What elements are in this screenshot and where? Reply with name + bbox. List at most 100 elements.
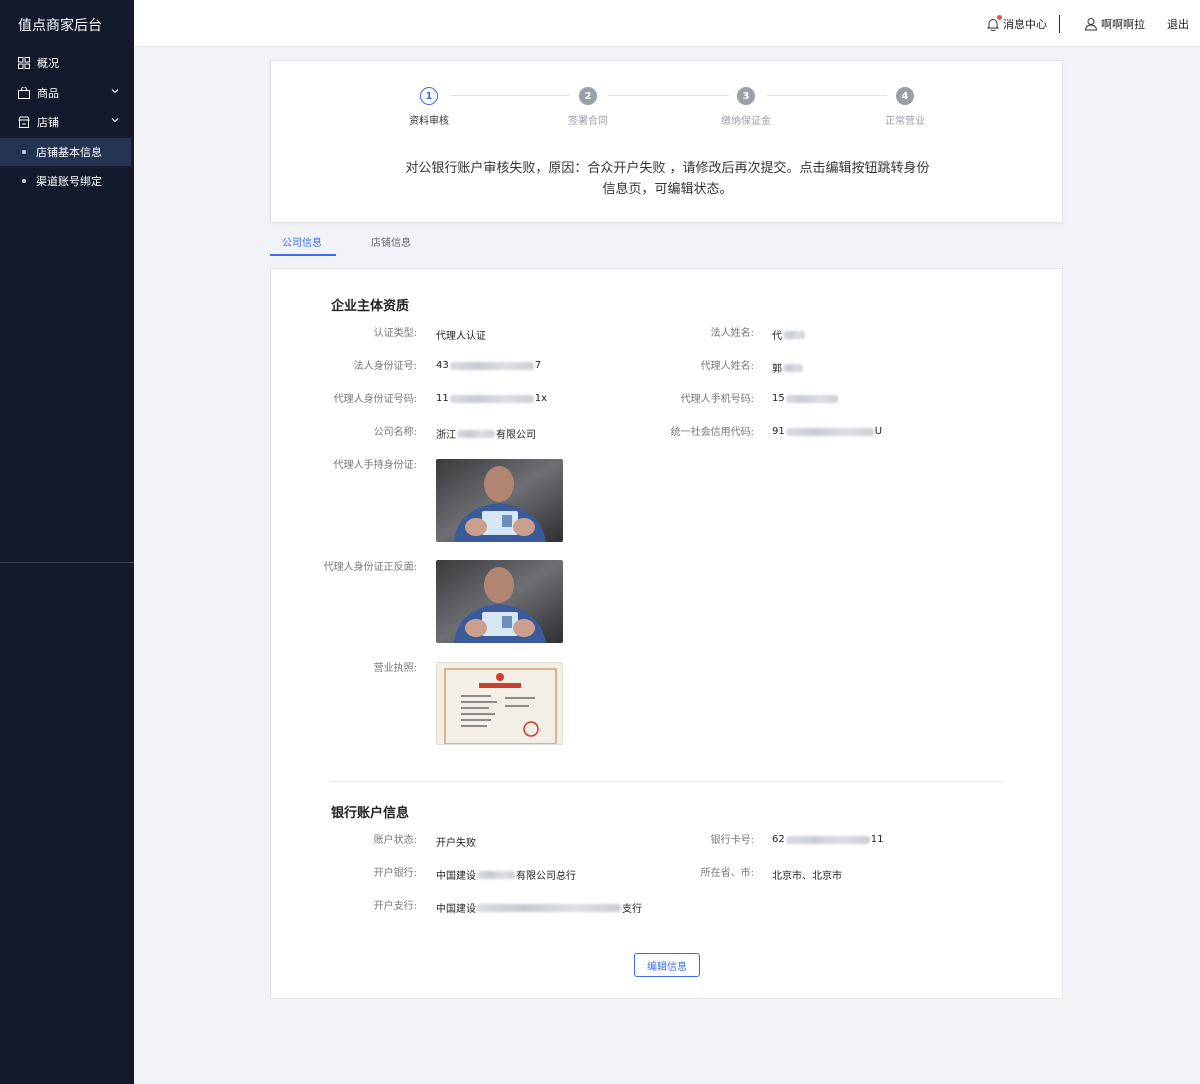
agent-id-front-back-photo[interactable] bbox=[436, 560, 563, 643]
masked-value bbox=[785, 835, 870, 844]
value-prefix: 43 bbox=[436, 360, 449, 371]
agent-phone-value: 15 bbox=[772, 393, 839, 404]
tab-store-info[interactable]: 店铺信息 bbox=[371, 234, 411, 249]
menu-item-goods[interactable]: 商品 bbox=[0, 78, 134, 108]
field-label: 开户支行: bbox=[373, 901, 417, 912]
value-prefix: 中国建设 bbox=[436, 871, 476, 882]
masked-value bbox=[449, 394, 534, 403]
notification-dot bbox=[997, 15, 1002, 20]
field-label: 公司名称: bbox=[373, 427, 417, 438]
chevron-down-icon bbox=[111, 118, 119, 123]
company-info-card: 企业主体资质 认证类型: 代理人认证 法人姓名: 代 法人身份证号: 43 7 代… bbox=[270, 268, 1063, 999]
menu-label: 商品 bbox=[37, 87, 59, 100]
section-title-bank: 银行账户信息 bbox=[331, 806, 410, 821]
masked-value bbox=[783, 363, 803, 372]
submenu-label: 渠道账号绑定 bbox=[36, 175, 102, 188]
bell-icon bbox=[986, 15, 1002, 32]
value-prefix: 62 bbox=[772, 834, 785, 845]
step-pay-deposit: 3 缴纳保证金 bbox=[706, 87, 786, 127]
value-prefix: 中国建设 bbox=[436, 904, 476, 915]
value-suffix: 有限公司 bbox=[496, 430, 536, 441]
region-value: 北京市、北京市 bbox=[772, 871, 842, 882]
masked-value bbox=[457, 429, 495, 438]
menu-label: 店铺 bbox=[37, 116, 59, 129]
field-label: 统一社会信用代码: bbox=[670, 427, 754, 438]
bullet-icon bbox=[22, 150, 26, 154]
user-icon bbox=[1084, 17, 1098, 31]
field-label: 代理人手机号码: bbox=[680, 394, 754, 405]
sidebar: 值点商家后台 概况 商品 店铺 店铺基本信息 渠道账号绑定 bbox=[0, 0, 134, 1084]
submenu-label: 店铺基本信息 bbox=[36, 146, 102, 159]
section-title-enterprise: 企业主体资质 bbox=[331, 299, 410, 314]
section-divider bbox=[331, 781, 1004, 782]
info-tabs: 公司信息 店铺信息 bbox=[270, 228, 1063, 256]
failure-message-line: 对公银行账户审核失败，原因：合众开户失败 ，请修改后再次提交。点击编辑按钮跳转身… bbox=[405, 161, 930, 176]
legal-name-value: 代 bbox=[772, 327, 806, 342]
value-suffix: U bbox=[874, 426, 883, 437]
messages-label: 消息中心 bbox=[1003, 18, 1047, 31]
branch-value: 中国建设 支行 bbox=[436, 900, 642, 915]
value-prefix: 郭 bbox=[772, 364, 782, 375]
step-number: 3 bbox=[737, 87, 755, 105]
field-label: 代理人身份证号码: bbox=[333, 394, 417, 405]
bank-name-value: 中国建设 有限公司总行 bbox=[436, 867, 576, 882]
menu-label: 概况 bbox=[37, 57, 59, 70]
value-prefix: 11 bbox=[436, 393, 449, 404]
value-suffix: 有限公司总行 bbox=[516, 871, 576, 882]
business-license-photo[interactable] bbox=[436, 662, 563, 745]
failure-message: 对公银行账户审核失败，原因：合众开户失败 ，请修改后再次提交。点击编辑按钮跳转身… bbox=[381, 158, 954, 200]
step-label: 签署合同 bbox=[568, 116, 608, 127]
tab-company-info[interactable]: 公司信息 bbox=[282, 234, 322, 249]
value-prefix: 91 bbox=[772, 426, 785, 437]
step-label: 资料审核 bbox=[409, 116, 449, 127]
menu-item-store[interactable]: 店铺 bbox=[0, 107, 134, 137]
submenu-item-store-basic-info[interactable]: 店铺基本信息 bbox=[0, 138, 131, 166]
step-label: 正常营业 bbox=[885, 116, 925, 127]
top-header: 消息中心 啊啊啊拉 退出 bbox=[134, 0, 1200, 47]
menu-item-overview[interactable]: 概况 bbox=[0, 48, 134, 78]
agent-holding-id-photo[interactable] bbox=[436, 459, 563, 542]
grid-icon bbox=[18, 57, 30, 69]
user-name: 啊啊啊拉 bbox=[1101, 18, 1145, 31]
failure-message-line: 信息页，可编辑状态。 bbox=[602, 182, 733, 197]
sidebar-divider bbox=[0, 562, 134, 563]
value-suffix: 支行 bbox=[622, 904, 642, 915]
masked-value bbox=[783, 330, 805, 339]
user-menu[interactable]: 啊啊啊拉 bbox=[1084, 16, 1145, 32]
logout-button[interactable]: 退出 bbox=[1167, 16, 1189, 32]
masked-value bbox=[477, 903, 621, 912]
value-suffix: 1x bbox=[534, 393, 548, 404]
bullet-icon bbox=[22, 179, 26, 183]
messages-button[interactable]: 消息中心 bbox=[986, 15, 1047, 32]
field-label: 银行卡号: bbox=[710, 835, 754, 846]
edit-info-button[interactable]: 编辑信息 bbox=[634, 953, 700, 977]
step-sign-contract: 2 签署合同 bbox=[548, 87, 628, 127]
field-label: 账户状态: bbox=[373, 835, 417, 846]
step-label: 缴纳保证金 bbox=[721, 116, 771, 127]
header-separator bbox=[1059, 15, 1060, 33]
value-prefix: 15 bbox=[772, 393, 785, 404]
review-status-card: 1 资料审核 2 签署合同 3 缴纳保证金 4 正常营业 对公银行账户审核失败，… bbox=[270, 60, 1063, 223]
field-label: 法人姓名: bbox=[710, 328, 754, 339]
field-label: 法人身份证号: bbox=[353, 361, 417, 372]
value-prefix: 代 bbox=[772, 331, 782, 342]
brand-title: 值点商家后台 bbox=[18, 18, 102, 34]
credit-code-value: 91 U bbox=[772, 426, 882, 437]
field-label: 开户银行: bbox=[373, 868, 417, 879]
field-label: 代理人手持身份证: bbox=[333, 460, 417, 471]
masked-value bbox=[785, 394, 838, 403]
step-number: 1 bbox=[420, 87, 438, 105]
chevron-down-icon bbox=[111, 89, 119, 94]
field-label: 所在省、市: bbox=[700, 868, 754, 879]
value-prefix: 浙江 bbox=[436, 430, 456, 441]
submenu-item-channel-binding[interactable]: 渠道账号绑定 bbox=[0, 167, 131, 195]
step-number: 2 bbox=[579, 87, 597, 105]
masked-value bbox=[449, 361, 534, 370]
step-normal-operation: 4 正常营业 bbox=[865, 87, 945, 127]
agent-id-value: 11 1x bbox=[436, 393, 547, 404]
cert-type-value: 代理人认证 bbox=[436, 331, 486, 342]
masked-value bbox=[477, 870, 515, 879]
active-tab-indicator bbox=[270, 254, 336, 256]
account-status-value: 开户失败 bbox=[436, 838, 476, 849]
masked-value bbox=[785, 427, 874, 436]
